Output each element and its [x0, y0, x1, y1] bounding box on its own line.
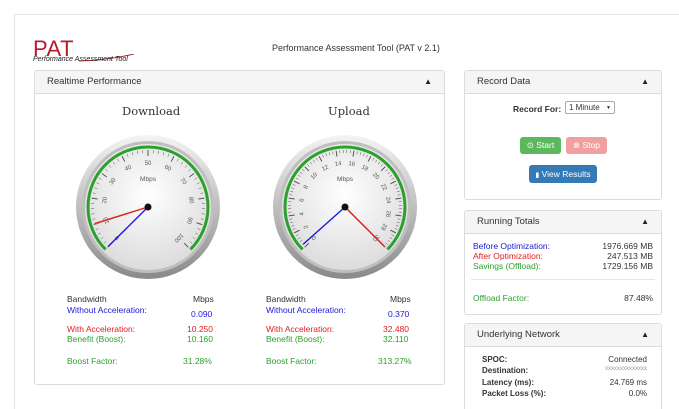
dl-with-label: With Acceleration:	[67, 324, 136, 334]
ul-with-label: With Acceleration:	[266, 324, 335, 334]
savings-value: 1729.156 MB	[602, 261, 653, 271]
realtime-panel-header: Realtime Performance ▲	[35, 71, 444, 94]
view-results-button[interactable]: ▮ View Results	[529, 165, 597, 183]
panel-title: Realtime Performance	[47, 76, 142, 87]
dl-boost-label: Boost Factor:	[67, 356, 118, 366]
offload-label: Offload Factor:	[473, 293, 530, 303]
dl-with-value: 10.250	[187, 324, 213, 334]
dl-unit-header: Mbps	[193, 294, 214, 304]
play-circle-icon: ⊙	[526, 140, 534, 150]
ul-boost-value: 313.27%	[378, 356, 412, 366]
ul-without-value: 0.370	[388, 309, 410, 319]
latency-value: 24.769 ms	[609, 378, 647, 387]
collapse-icon[interactable]: ▲	[424, 71, 432, 93]
ul-boost-label: Boost Factor:	[266, 356, 317, 366]
totals-panel-header: Running Totals ▲	[465, 211, 661, 234]
collapse-icon[interactable]: ▲	[641, 71, 649, 93]
ul-unit-header: Mbps	[390, 294, 411, 304]
record-panel-header: Record Data ▲	[465, 71, 661, 94]
download-tick-label: 50	[145, 161, 152, 167]
panel-title: Record Data	[477, 76, 531, 87]
spoc-value: Connected	[608, 355, 647, 364]
packet-loss-value: 0.0%	[628, 389, 647, 398]
offload-value: 87.48%	[624, 293, 653, 303]
savings-label: Savings (Offload):	[473, 261, 541, 271]
record-for-label: Record For:	[513, 104, 562, 114]
download-unit-label: Mbps	[140, 176, 157, 183]
network-panel-header: Underlying Network ▲	[465, 324, 661, 347]
record-duration-select[interactable]: 1 Minute ▼	[565, 101, 615, 114]
spoc-label: SPOC:	[482, 355, 508, 364]
upload-unit-label: Mbps	[337, 176, 354, 183]
view-results-label: View Results	[541, 169, 591, 179]
ul-with-value: 32.480	[383, 324, 409, 334]
destination-value: xxxxxxxxxxxxxx	[605, 366, 647, 372]
ul-without-label: Without Acceleration:	[266, 305, 346, 315]
bar-chart-icon: ▮	[535, 172, 540, 179]
start-label: Start	[536, 140, 555, 150]
download-needle-hub	[144, 203, 152, 211]
ul-bandwidth-header: Bandwidth	[266, 294, 306, 304]
stop-circle-icon: ⊗	[573, 140, 581, 150]
stop-label: Stop	[582, 140, 601, 150]
chevron-down-icon: ▼	[606, 105, 611, 111]
before-value: 1976.669 MB	[602, 241, 653, 251]
record-panel: Record Data ▲ Record For: 1 Minute ▼ ⊙ S…	[464, 70, 662, 200]
dl-benefit-label: Benefit (Boost):	[67, 334, 126, 344]
packet-loss-label: Packet Loss (%):	[482, 389, 547, 398]
panel-title: Underlying Network	[477, 329, 560, 340]
ul-benefit-value: 32.110	[383, 334, 409, 344]
download-gauge: 0102030405060708090100Mbps	[76, 135, 220, 279]
dl-benefit-value: 10.160	[187, 334, 213, 344]
dl-without-value: 0.090	[191, 309, 213, 319]
after-label: After Optimization:	[473, 251, 543, 261]
logo-subtitle: Performance Assessment Tool	[33, 56, 128, 63]
start-button[interactable]: ⊙ Start	[520, 137, 561, 154]
dl-bandwidth-header: Bandwidth	[67, 294, 107, 304]
before-label: Before Optimization:	[473, 241, 551, 251]
destination-label: Destination:	[482, 366, 529, 375]
divider	[471, 279, 655, 280]
ul-benefit-label: Benefit (Boost):	[266, 334, 325, 344]
upload-needle-hub	[341, 203, 349, 211]
after-value: 247.513 MB	[607, 251, 653, 261]
collapse-icon[interactable]: ▲	[641, 211, 649, 233]
panel-title: Running Totals	[477, 216, 540, 227]
dl-without-label: Without Acceleration:	[67, 305, 147, 315]
realtime-panel: Realtime Performance ▲ Download Upload 0…	[34, 70, 445, 385]
app-title: Performance Assessment Tool (PAT v 2.1)	[272, 43, 440, 53]
record-duration-value: 1 Minute	[569, 103, 600, 112]
upload-title: Upload	[328, 104, 370, 118]
running-totals-panel: Running Totals ▲ Before Optimization: 19…	[464, 210, 662, 315]
collapse-icon[interactable]: ▲	[641, 324, 649, 346]
underlying-network-panel: Underlying Network ▲ SPOC: Connected Des…	[464, 323, 662, 409]
dl-boost-value: 31.28%	[183, 356, 212, 366]
latency-label: Latency (ms):	[482, 378, 535, 387]
upload-gauge: 024681012141618202224262830Mbps	[273, 135, 417, 279]
stop-button[interactable]: ⊗ Stop	[566, 137, 607, 154]
download-title: Download	[122, 104, 181, 118]
